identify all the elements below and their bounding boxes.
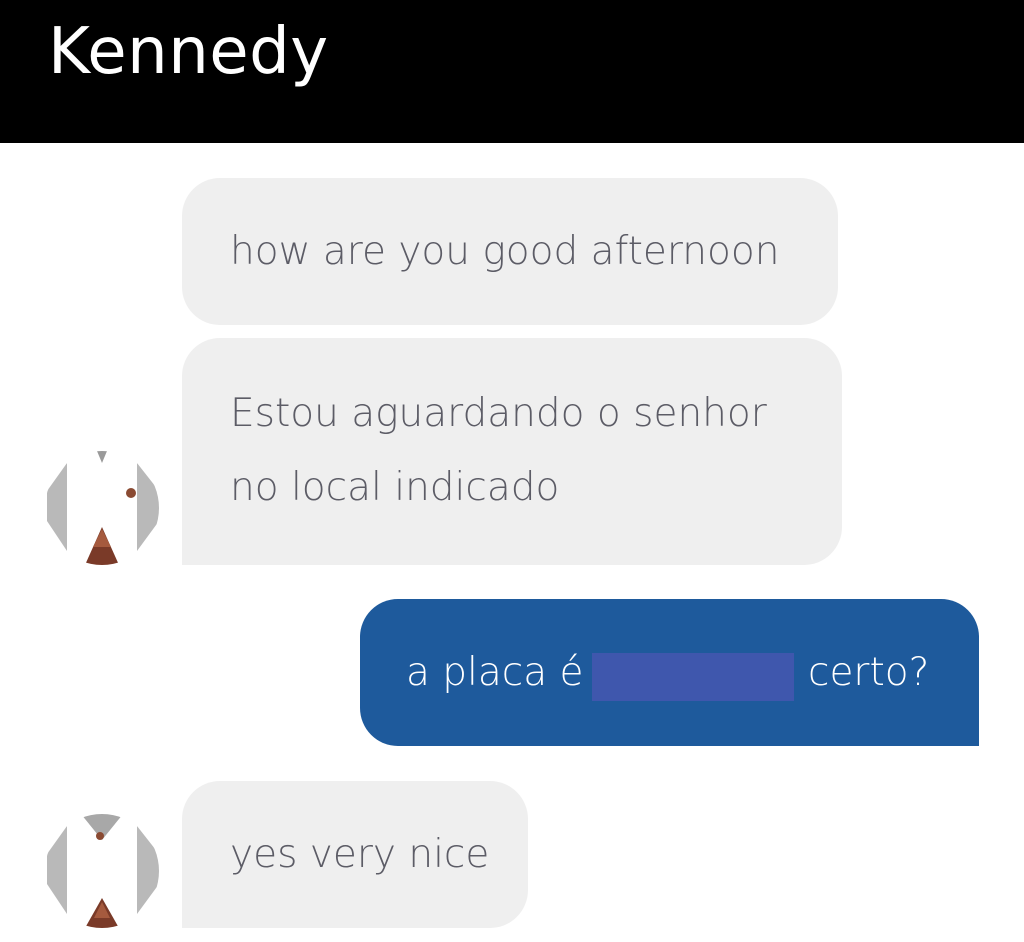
message-line: yes very nice [230, 832, 490, 877]
incoming-message: yes very nice [182, 781, 528, 928]
message-line: Estou aguardando o senhor [230, 391, 767, 436]
driver-avatar-icon[interactable] [45, 451, 159, 565]
incoming-message: how are you good afternoon [182, 178, 838, 325]
chat-header: Kennedy [0, 0, 1024, 143]
outgoing-message: a placa é certo? [360, 599, 979, 746]
redacted-license-plate [592, 653, 794, 701]
avatar-image [45, 814, 159, 928]
message-line: no local indicado [230, 465, 560, 510]
message-text-after: certo? [808, 650, 930, 695]
message-text-before: a placa é [406, 650, 584, 695]
contact-name: Kennedy [48, 15, 329, 89]
avatar-image [45, 451, 159, 565]
incoming-message: Estou aguardando o senhor no local indic… [182, 338, 842, 565]
driver-avatar-icon[interactable] [45, 814, 159, 928]
message-line: how are you good afternoon [230, 229, 780, 274]
